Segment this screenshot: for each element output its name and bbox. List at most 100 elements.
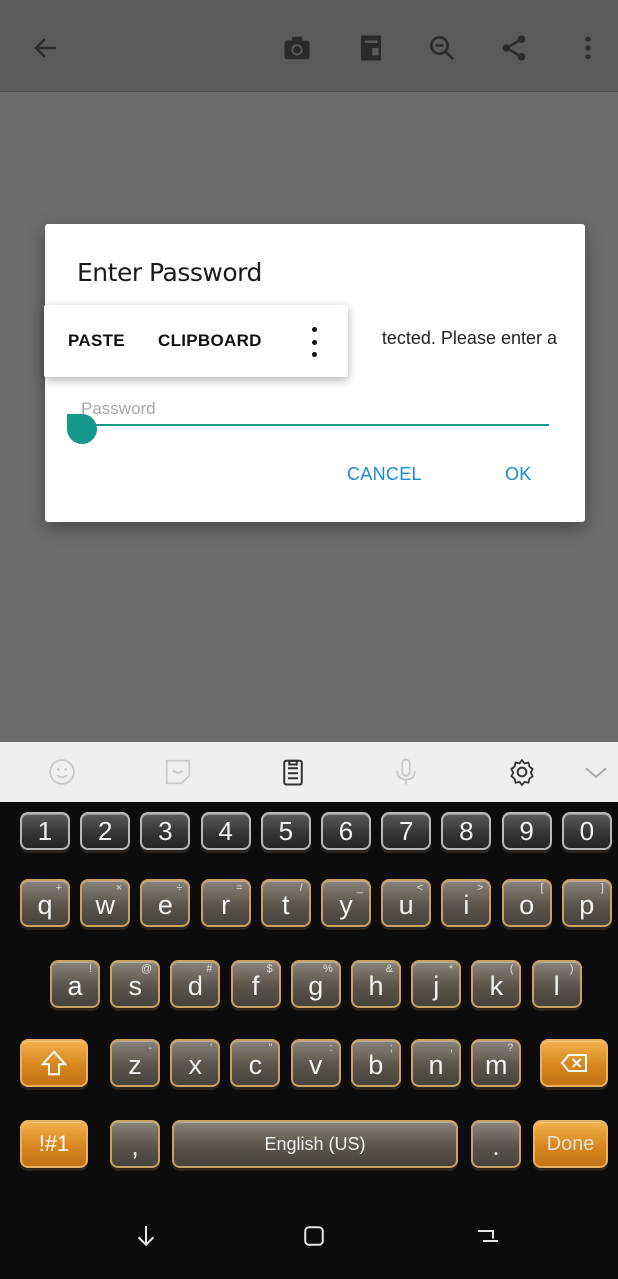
key-g-label: g xyxy=(308,971,324,1001)
space-key-label: English (US) xyxy=(264,1133,366,1154)
key-r-symbol: = xyxy=(236,882,243,894)
key-6[interactable]: 6 xyxy=(321,812,371,850)
key-g[interactable]: g% xyxy=(290,960,341,1008)
backspace-key[interactable] xyxy=(540,1039,608,1087)
keyboard: 1 2 3 4 5 6 7 8 9 0 q + w × e ÷ r = t / y _ u < i > o[p] a! s @ d # f $ g%… xyxy=(0,802,618,1194)
key-u-symbol: < xyxy=(416,882,424,894)
key-0[interactable]: 0 xyxy=(561,812,612,850)
share-icon[interactable] xyxy=(494,28,534,68)
key-k[interactable]: k( xyxy=(471,960,522,1008)
key-s-symbol: @ xyxy=(141,963,153,975)
paste-menu-item[interactable]: PASTE xyxy=(68,331,125,351)
key-k-symbol: ( xyxy=(509,963,514,975)
system-navigation-bar xyxy=(0,1194,618,1279)
key-u[interactable]: u < xyxy=(381,879,432,927)
sticker-icon[interactable] xyxy=(160,754,196,790)
key-c-label: c xyxy=(248,1050,263,1080)
key-q[interactable]: q + xyxy=(20,879,70,927)
key-5[interactable]: 5 xyxy=(260,812,311,850)
emoji-icon[interactable] xyxy=(44,754,80,790)
key-7[interactable]: 7 xyxy=(381,812,432,850)
camera-icon[interactable] xyxy=(277,28,317,68)
key-a-symbol: ! xyxy=(88,963,92,975)
key-v[interactable]: v: xyxy=(290,1039,341,1087)
cancel-button[interactable]: CANCEL xyxy=(347,464,422,485)
key-x-symbol: ' xyxy=(210,1042,213,1054)
text-cursor-handle[interactable] xyxy=(67,414,97,444)
more-vert-icon[interactable] xyxy=(568,28,608,68)
done-key[interactable]: Done xyxy=(533,1120,608,1168)
key-p[interactable]: p] xyxy=(561,879,612,927)
key-s[interactable]: s @ xyxy=(110,960,161,1008)
key-a[interactable]: a! xyxy=(50,960,100,1008)
keyboard-toolbar xyxy=(0,742,618,802)
key-m[interactable]: m? xyxy=(471,1039,522,1087)
more-options-icon[interactable] xyxy=(304,327,324,357)
key-b[interactable]: b; xyxy=(350,1039,401,1087)
space-key[interactable]: English (US) xyxy=(172,1120,458,1168)
key-j[interactable]: j * xyxy=(411,960,462,1008)
clipboard-icon[interactable] xyxy=(275,754,311,790)
key-5-label: 5 xyxy=(278,815,294,846)
key-o[interactable]: o[ xyxy=(501,879,552,927)
key-3[interactable]: 3 xyxy=(140,812,191,850)
symbols-key[interactable]: !#1 xyxy=(20,1120,88,1168)
key-y-symbol: _ xyxy=(356,882,363,894)
key-w[interactable]: w × xyxy=(80,879,131,927)
key-r-label: r xyxy=(221,890,231,920)
key-4[interactable]: 4 xyxy=(200,812,251,850)
shift-icon xyxy=(39,1048,69,1078)
key-n[interactable]: n, xyxy=(411,1039,461,1087)
key-2-label: 2 xyxy=(97,815,113,846)
key-i-symbol: > xyxy=(476,882,484,894)
period-key[interactable]: . xyxy=(471,1120,521,1168)
ok-button[interactable]: OK xyxy=(505,464,532,485)
symbols-key-label: !#1 xyxy=(38,1131,70,1156)
key-8[interactable]: 8 xyxy=(441,812,492,850)
key-t-label: t xyxy=(282,890,290,920)
key-f[interactable]: f $ xyxy=(230,960,281,1008)
password-input[interactable] xyxy=(81,394,549,426)
key-w-label: w xyxy=(95,890,115,920)
key-l-label: l xyxy=(553,971,560,1001)
comma-key[interactable]: , xyxy=(110,1120,160,1168)
key-l[interactable]: l) xyxy=(531,960,582,1008)
key-f-label: f xyxy=(251,971,260,1001)
recents-down-icon[interactable] xyxy=(126,1216,166,1256)
key-e[interactable]: e ÷ xyxy=(140,879,191,927)
key-d-label: d xyxy=(187,971,203,1001)
key-z-label: z xyxy=(128,1050,142,1080)
key-h[interactable]: h & xyxy=(351,960,401,1008)
key-c[interactable]: c " xyxy=(230,1039,281,1087)
home-square-icon[interactable] xyxy=(294,1216,334,1256)
key-x[interactable]: x ' xyxy=(170,1039,221,1087)
shift-key[interactable] xyxy=(20,1039,88,1087)
key-t[interactable]: t / xyxy=(260,879,311,927)
key-z[interactable]: z- xyxy=(110,1039,160,1087)
key-2[interactable]: 2 xyxy=(80,812,131,850)
key-s-label: s xyxy=(128,971,142,1001)
key-d[interactable]: d # xyxy=(170,960,221,1008)
comma-key-label: , xyxy=(131,1131,139,1161)
key-i[interactable]: i > xyxy=(441,879,492,927)
period-key-label: . xyxy=(492,1131,500,1161)
mic-icon[interactable] xyxy=(388,754,424,790)
clipboard-menu-item[interactable]: CLIPBOARD xyxy=(158,331,262,351)
back-nav-icon[interactable] xyxy=(468,1216,508,1256)
key-o-label: o xyxy=(519,890,535,920)
zoom-out-icon[interactable] xyxy=(422,28,462,68)
key-n-label: n xyxy=(428,1050,444,1080)
key-b-symbol: ; xyxy=(389,1042,393,1054)
back-arrow-icon[interactable] xyxy=(26,28,66,68)
collapse-icon[interactable] xyxy=(578,754,614,790)
key-n-symbol: , xyxy=(449,1042,453,1054)
key-h-label: h xyxy=(368,971,384,1001)
key-y[interactable]: y _ xyxy=(321,879,371,927)
document-export-icon[interactable] xyxy=(351,28,391,68)
key-1[interactable]: 1 xyxy=(20,812,70,850)
key-e-label: e xyxy=(157,890,173,920)
key-7-label: 7 xyxy=(398,815,414,846)
settings-icon[interactable] xyxy=(504,754,540,790)
key-r[interactable]: r = xyxy=(200,879,251,927)
key-9[interactable]: 9 xyxy=(501,812,552,850)
